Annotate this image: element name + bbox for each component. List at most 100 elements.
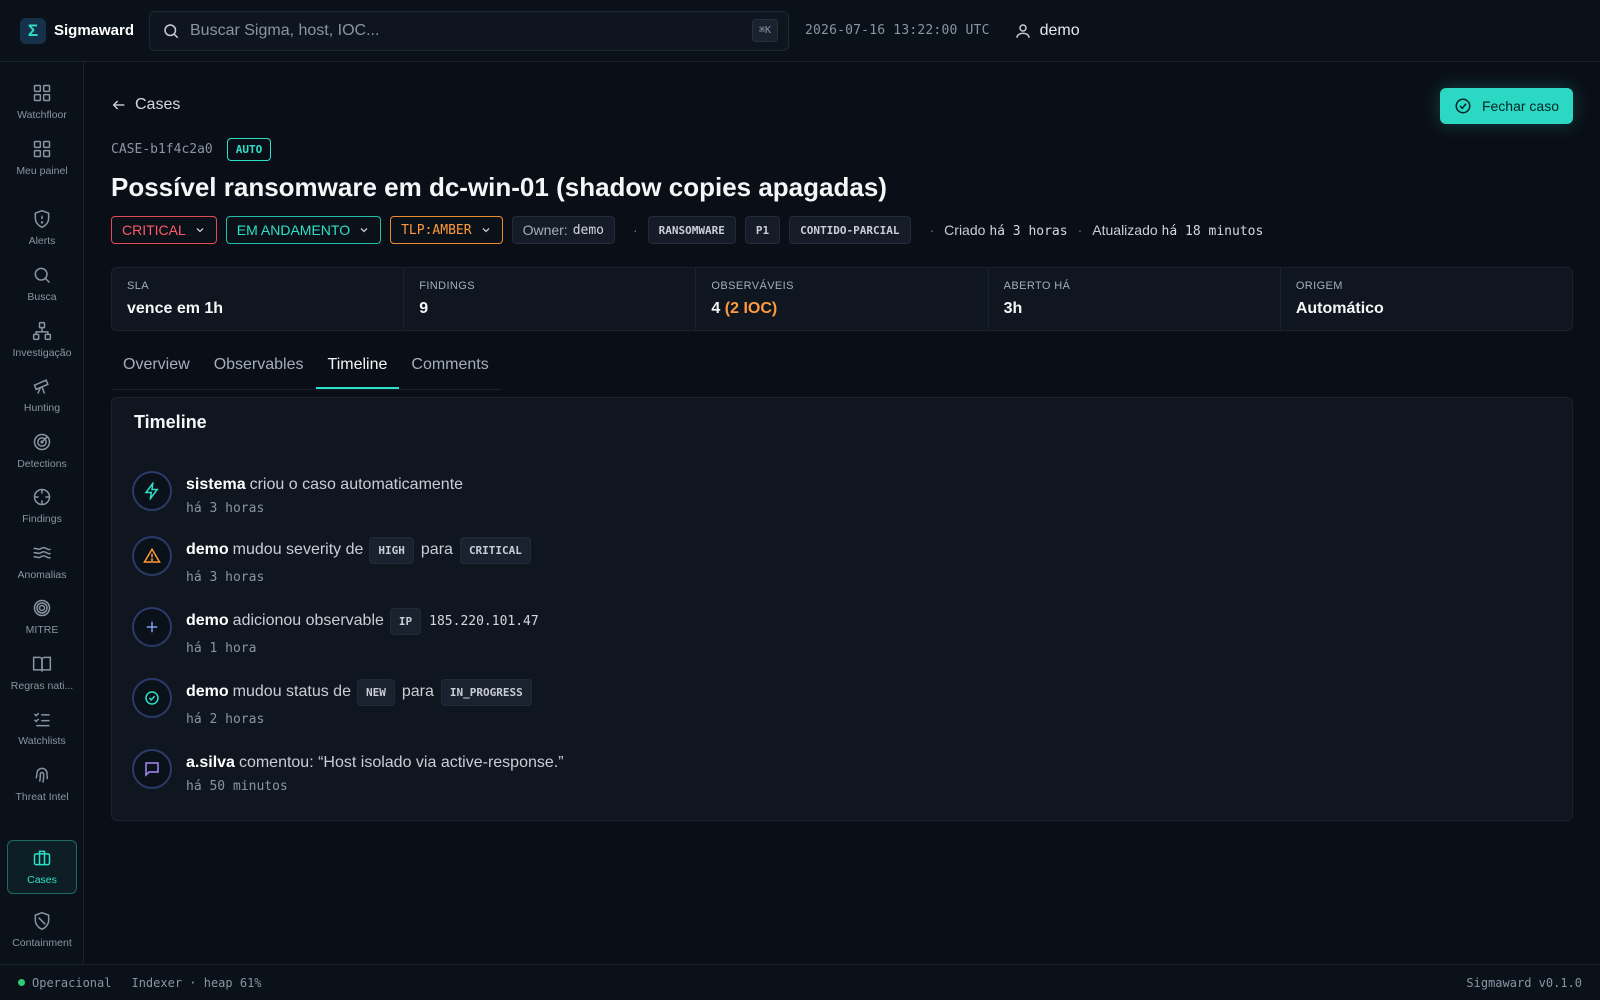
updated-info: Atualizado há 18 minutos	[1092, 222, 1263, 239]
search-input[interactable]	[190, 21, 752, 40]
severity-dropdown[interactable]: CRITICAL	[111, 216, 217, 244]
stat-observaveis: OBSERVÁVEIS 4 (2 IOC)	[696, 268, 989, 330]
book-icon	[32, 656, 52, 672]
tab-comments[interactable]: Comments	[399, 352, 500, 389]
tag-contido-parcial[interactable]: CONTIDO-PARCIAL	[789, 216, 911, 244]
search-icon	[34, 267, 51, 284]
case-id: CASE-b1f4c2a0	[111, 142, 213, 157]
event-time: há 3 horas	[186, 501, 265, 516]
sidebar-item-containment[interactable]: Containment	[7, 904, 77, 956]
sidebar-item-threat-intel[interactable]: Threat Intel	[7, 758, 77, 810]
fingerprint-icon	[35, 767, 49, 783]
sidebar-item-watchlists[interactable]: Watchlists	[7, 702, 77, 754]
logo-icon: Σ	[20, 17, 46, 44]
timeline-event: a.silva comentou: “Host isolado via acti…	[132, 749, 564, 794]
grid-icon	[33, 140, 51, 158]
timeline-event: demo adicionou observable IP 185.220.101…	[132, 607, 539, 656]
chevron-down-icon	[482, 228, 490, 233]
event-time: há 1 hora	[186, 641, 257, 656]
sidebar-item-cases[interactable]: Cases	[7, 840, 77, 894]
owner-label: Owner:	[522, 222, 568, 238]
sidebar-item-mitre[interactable]: MITRE	[7, 591, 77, 643]
sidebar-item-detections[interactable]: Detections	[7, 425, 77, 477]
user-menu[interactable]: demo	[1014, 22, 1080, 40]
close-case-button[interactable]: Fechar caso	[1439, 88, 1573, 124]
check-circle-icon	[132, 678, 172, 718]
stat-aberto-ha: ABERTO HÁ 3h	[989, 268, 1281, 330]
search-bar[interactable]: ⌘K	[149, 10, 789, 51]
briefcase-icon	[33, 850, 51, 866]
owner-field[interactable]: Owner: demo	[511, 216, 615, 244]
stat-value: 4 (2 IOC)	[711, 300, 972, 318]
waves-icon	[33, 546, 52, 559]
sidebar-item-label: Watchlists	[18, 735, 66, 747]
sidebar-item-label: Threat Intel	[15, 791, 69, 803]
sidebar-item-meu-painel[interactable]: Meu painel	[7, 132, 77, 184]
sidebar-item-label: Busca	[27, 291, 57, 303]
event-time: há 2 horas	[186, 712, 265, 727]
sidebar-item-label: Hunting	[23, 402, 61, 414]
sidebar-item-anomalias[interactable]: Anomalias	[7, 536, 77, 588]
sidebar-item-alerts[interactable]: Alerts	[7, 202, 77, 254]
to-word: para	[420, 541, 453, 558]
event-text: criou o caso automaticamente	[249, 476, 464, 493]
brand[interactable]: Σ Sigmaward	[0, 17, 145, 44]
sidebar-item-label: Investigação	[12, 347, 72, 359]
sidebar-item-label: Detections	[17, 458, 67, 470]
event-actor: a.silva	[186, 754, 235, 771]
sidebar: Watchfloor Meu painel Alerts Busca Inves…	[0, 62, 84, 964]
shield-off-icon	[34, 911, 50, 931]
radar-icon	[33, 433, 51, 451]
from-chip: NEW	[356, 678, 395, 706]
tlp-dropdown[interactable]: TLP:AMBER	[390, 216, 503, 244]
tab-overview[interactable]: Overview	[111, 352, 202, 389]
to-chip: IN_PROGRESS	[440, 678, 532, 706]
to-word: para	[401, 683, 434, 700]
sidebar-item-investigacao[interactable]: Investigação	[7, 314, 77, 366]
back-link[interactable]: Cases	[111, 96, 180, 114]
bolt-icon	[132, 471, 172, 511]
chevron-down-icon	[196, 228, 204, 233]
stat-label: OBSERVÁVEIS	[711, 280, 794, 292]
created-label: Criado	[944, 221, 986, 238]
severity-value: CRITICAL	[122, 222, 186, 238]
stat-label: SLA	[127, 280, 149, 292]
tab-timeline[interactable]: Timeline	[315, 352, 400, 389]
event-time: há 50 minutos	[186, 779, 288, 794]
updated-value: há 18 minutos	[1161, 223, 1264, 239]
status-bar: Operacional Indexer · heap 61% Sigmaward…	[0, 964, 1600, 1000]
event-actor: sistema	[186, 476, 246, 493]
tag-p1[interactable]: P1	[744, 216, 781, 244]
timeline-event: demo mudou status de NEW para IN_PROGRES…	[132, 678, 534, 727]
tab-observables[interactable]: Observables	[202, 352, 316, 389]
sidebar-item-label: Findings	[22, 513, 62, 525]
sidebar-item-findings[interactable]: Findings	[7, 480, 77, 532]
crosshair-icon	[33, 488, 51, 506]
sidebar-item-hunting[interactable]: Hunting	[7, 369, 77, 421]
panel-title: Timeline	[134, 412, 207, 432]
list-checks-icon	[33, 712, 50, 727]
status-dropdown[interactable]: EM ANDAMENTO	[225, 216, 382, 244]
sidebar-item-busca[interactable]: Busca	[7, 258, 77, 310]
warning-icon	[132, 536, 172, 576]
stat-findings: FINDINGS 9	[404, 268, 697, 330]
sidebar-item-label: Containment	[12, 937, 72, 949]
indexer-status: Indexer · heap 61%	[131, 975, 262, 990]
sidebar-item-label: MITRE	[25, 624, 59, 636]
ioc-count: (2 IOC)	[724, 300, 778, 317]
telescope-icon	[33, 379, 49, 394]
separator-dot: ·	[1077, 222, 1083, 238]
chevron-down-icon	[360, 228, 368, 233]
case-meta-row: CRITICAL EM ANDAMENTO TLP:AMBER Owner: d…	[111, 216, 1263, 244]
sidebar-item-regras-nativas[interactable]: Regras nati...	[7, 647, 77, 699]
created-info: Criado há 3 horas	[944, 222, 1067, 239]
user-name: demo	[1039, 21, 1080, 39]
stat-sla: SLA vence em 1h	[112, 268, 405, 330]
sidebar-item-label: Regras nati...	[10, 680, 74, 692]
separator-dot: ·	[633, 222, 638, 238]
grid-icon	[33, 84, 51, 102]
tag-ransomware[interactable]: RANSOMWARE	[647, 216, 736, 244]
sidebar-item-watchfloor[interactable]: Watchfloor	[7, 76, 77, 128]
stat-label: FINDINGS	[419, 280, 475, 292]
plus-icon	[132, 607, 172, 647]
